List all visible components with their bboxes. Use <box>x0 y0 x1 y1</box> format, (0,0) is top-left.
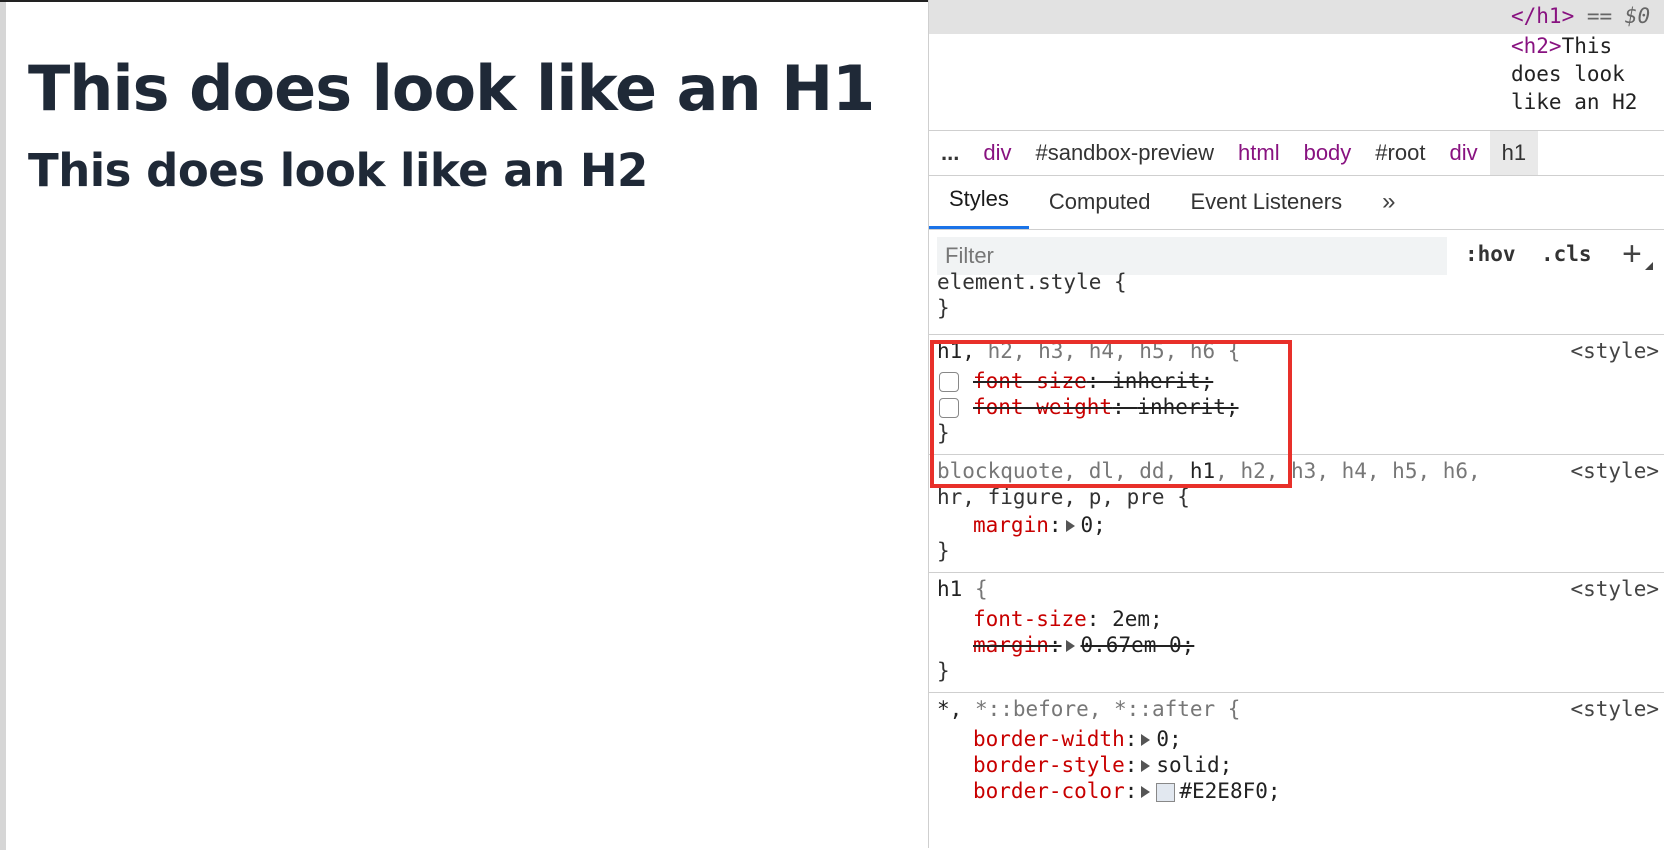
color-swatch-icon[interactable] <box>1156 782 1176 802</box>
dom-line-close-h1[interactable]: </h1> == $0 <box>1511 4 1650 28</box>
dom-line-h2-text-3: like an H2 <box>1511 90 1638 114</box>
breadcrumb-item-h1[interactable]: h1 <box>1489 131 1539 175</box>
rule-source-link[interactable]: <style> <box>1570 459 1659 483</box>
expand-triangle-icon[interactable] <box>1141 760 1151 772</box>
breadcrumb-item-sandbox-preview[interactable]: #sandbox-preview <box>1023 131 1226 175</box>
h2-open-tag: <h2> <box>1511 34 1562 58</box>
preview-left-edge <box>0 2 6 850</box>
rule-selector: h1 { <box>937 577 988 601</box>
dom-line-h2-text-2: does look <box>1511 62 1625 86</box>
tab-styles[interactable]: Styles <box>929 174 1029 229</box>
dom-line-h2-open[interactable]: <h2>This <box>1511 34 1612 58</box>
rule-selector: element.style { <box>937 270 1127 294</box>
rule-source-link[interactable]: <style> <box>1570 697 1659 721</box>
rule-selector: blockquote, dl, dd, h1, h2, h3, h4, h5, … <box>937 459 1481 483</box>
preview-h1: This does look like an H1 <box>28 52 875 125</box>
rule-block-reset: blockquote, dl, dd, h1, h2, h3, h4, h5, … <box>929 454 1664 572</box>
breadcrumb-item-root[interactable]: #root <box>1363 131 1437 175</box>
preview-h2: This does look like an H2 <box>28 144 648 197</box>
property-border-width[interactable]: border-width: 0; <box>973 727 1182 751</box>
h2-text-line: This <box>1561 34 1613 58</box>
property-margin[interactable]: margin: 0; <box>973 513 1106 537</box>
rule-close-brace: } <box>937 659 950 683</box>
breadcrumb-item-body[interactable]: body <box>1292 131 1364 175</box>
property-checkbox[interactable] <box>939 372 959 392</box>
rule-selector-line-2: hr, figure, p, pre { <box>937 485 1190 509</box>
sidebar-tabs: Styles Computed Event Listeners » <box>929 176 1664 230</box>
breadcrumb-item-div-2[interactable]: div <box>1437 131 1489 175</box>
rule-close-brace: } <box>937 539 950 563</box>
devtools-panel: </h1> == $0 <h2>This does look like an H… <box>928 0 1664 848</box>
property-font-size[interactable]: font-size: 2em; <box>973 607 1163 631</box>
tab-computed[interactable]: Computed <box>1029 177 1171 229</box>
expand-triangle-icon[interactable] <box>1141 734 1151 746</box>
rule-source-link[interactable]: <style> <box>1570 577 1659 601</box>
elements-tree: </h1> == $0 <h2>This does look like an H… <box>929 0 1664 130</box>
close-h1-tag: </h1> <box>1511 4 1575 28</box>
preview-pane: This does look like an H1 This does look… <box>0 0 928 850</box>
more-tabs-icon[interactable]: » <box>1362 177 1415 229</box>
rule-universal: *, *::before, *::after { <style> border-… <box>929 692 1664 848</box>
breadcrumb-item-div[interactable]: div <box>971 131 1023 175</box>
rule-selector: h1, h2, h3, h4, h5, h6 { <box>937 339 1241 363</box>
property-font-size[interactable]: font-size: inherit; <box>973 369 1213 393</box>
rule-element-style: element.style { } <box>929 266 1664 334</box>
hov-toggle[interactable]: :hov <box>1465 242 1516 266</box>
rule-h1: h1 { <style> font-size: 2em; margin: 0.67… <box>929 572 1664 692</box>
expand-triangle-icon[interactable] <box>1141 786 1151 798</box>
expand-triangle-icon[interactable] <box>1065 640 1075 652</box>
tab-event-listeners[interactable]: Event Listeners <box>1170 177 1362 229</box>
rule-close-brace: } <box>937 296 950 320</box>
rule-headings-reset: h1, h2, h3, h4, h5, h6 { <style> font-si… <box>929 334 1664 454</box>
dollar-zero-marker: == $0 <box>1586 4 1651 28</box>
breadcrumb-item-html[interactable]: html <box>1226 131 1292 175</box>
property-font-weight[interactable]: font-weight: inherit; <box>973 395 1239 419</box>
property-margin[interactable]: margin: 0.67em 0; <box>973 633 1194 657</box>
rule-selector: *, *::before, *::after { <box>937 697 1241 721</box>
rule-source-link[interactable]: <style> <box>1570 339 1659 363</box>
breadcrumb-more[interactable]: ... <box>929 131 971 175</box>
expand-triangle-icon[interactable] <box>1065 520 1075 532</box>
breadcrumb: ... div #sandbox-preview html body #root… <box>929 130 1664 176</box>
cls-toggle[interactable]: .cls <box>1541 242 1592 266</box>
property-checkbox[interactable] <box>939 398 959 418</box>
property-border-color[interactable]: border-color: #E2E8F0; <box>973 779 1281 803</box>
rule-close-brace: } <box>937 421 950 445</box>
property-border-style[interactable]: border-style: solid; <box>973 753 1232 777</box>
